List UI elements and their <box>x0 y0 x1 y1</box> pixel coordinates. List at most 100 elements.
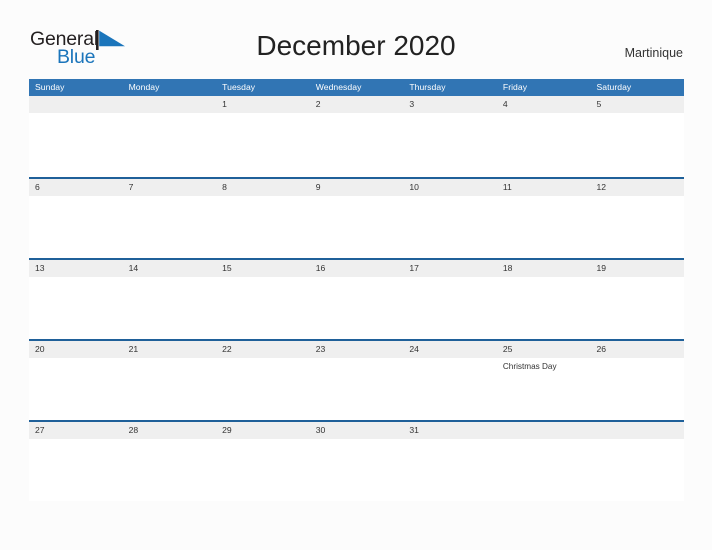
day-cell-17[interactable]: 17 <box>403 260 497 277</box>
day-events-19 <box>590 277 684 280</box>
day-cell-empty <box>590 422 684 439</box>
day-number: 13 <box>35 263 45 273</box>
weekday-header-tuesday: Tuesday <box>222 82 256 92</box>
day-number: 10 <box>409 182 419 192</box>
day-events-25: Christmas Day <box>497 358 591 372</box>
day-events-18 <box>497 277 591 280</box>
day-cell-20[interactable]: 20 <box>29 341 123 358</box>
day-events-16 <box>310 277 404 280</box>
day-events-29 <box>216 439 310 442</box>
week-event-area: Christmas Day <box>29 358 684 372</box>
day-cell-28[interactable]: 28 <box>123 422 217 439</box>
day-number: 11 <box>502 182 512 192</box>
day-events-30 <box>310 439 404 442</box>
day-cell-2[interactable]: 2 <box>310 96 404 113</box>
day-cell-3[interactable]: 3 <box>403 96 497 113</box>
day-number: 9 <box>315 182 321 192</box>
day-events-6 <box>29 196 123 199</box>
day-events-empty <box>497 439 591 442</box>
day-number: 18 <box>502 263 513 273</box>
calendar-week-row: 20 21 22 23 24 25 26 Christmas Day <box>29 339 684 420</box>
day-events-10 <box>403 196 497 199</box>
weekday-header-monday: Monday <box>128 82 160 92</box>
day-cell-13[interactable]: 13 <box>29 260 123 277</box>
day-cell-16[interactable]: 16 <box>310 260 404 277</box>
day-cell-24[interactable]: 24 <box>403 341 497 358</box>
day-cell-21[interactable]: 21 <box>123 341 217 358</box>
day-events-12 <box>590 196 684 199</box>
week-date-band: 27 28 29 30 31 <box>29 422 684 439</box>
day-cell-11[interactable]: 11 <box>497 179 591 196</box>
day-cell-26[interactable]: 26 <box>590 341 684 358</box>
day-cell-14[interactable]: 14 <box>123 260 217 277</box>
week-event-area <box>29 277 684 280</box>
day-cell-empty <box>29 96 123 113</box>
day-cell-25[interactable]: 25 <box>497 341 591 358</box>
week-event-area <box>29 439 684 442</box>
week-event-area <box>29 196 684 199</box>
day-number: 26 <box>596 344 607 354</box>
day-cell-4[interactable]: 4 <box>497 96 591 113</box>
day-events-15 <box>216 277 310 280</box>
day-number: 30 <box>315 425 326 435</box>
day-number: 20 <box>35 344 45 354</box>
day-events-23 <box>310 358 404 372</box>
day-number: 7 <box>128 182 134 192</box>
day-cell-7[interactable]: 7 <box>123 179 217 196</box>
day-events-13 <box>29 277 123 280</box>
day-cell-empty <box>123 96 217 113</box>
day-cell-9[interactable]: 9 <box>310 179 404 196</box>
day-events-7 <box>123 196 217 199</box>
day-cell-12[interactable]: 12 <box>590 179 684 196</box>
day-cell-29[interactable]: 29 <box>216 422 310 439</box>
day-number: 24 <box>409 344 419 354</box>
day-cell-1[interactable]: 1 <box>216 96 310 113</box>
day-cell-6[interactable]: 6 <box>29 179 123 196</box>
day-cell-18[interactable]: 18 <box>497 260 591 277</box>
day-number: 15 <box>222 263 232 273</box>
day-cell-31[interactable]: 31 <box>403 422 497 439</box>
day-cell-23[interactable]: 23 <box>310 341 404 358</box>
day-number: 22 <box>222 344 232 354</box>
weekday-header-wednesday: Wednesday <box>315 82 362 92</box>
day-events-11 <box>497 196 591 199</box>
day-number: 1 <box>222 99 227 109</box>
day-number: 19 <box>596 263 607 273</box>
day-number: 21 <box>128 344 139 354</box>
day-number: 27 <box>35 425 45 435</box>
weekday-header-sunday: Sunday <box>35 82 65 92</box>
day-events-4 <box>497 113 591 116</box>
day-events-21 <box>123 358 217 372</box>
day-events-14 <box>123 277 217 280</box>
weekday-header-friday: Friday <box>502 82 528 92</box>
day-events-3 <box>403 113 497 116</box>
day-cell-15[interactable]: 15 <box>216 260 310 277</box>
day-events-27 <box>29 439 123 442</box>
day-events-20 <box>29 358 123 372</box>
day-events-1 <box>216 113 310 116</box>
holiday-label: Christmas Day <box>502 362 557 371</box>
day-events-5 <box>590 113 684 116</box>
calendar-weeks: 1 2 3 4 5 6 7 8 9 10 11 12 13 14 15 16 17 18 19 20 21 22 23 24 2… <box>29 96 684 501</box>
day-events-31 <box>403 439 497 442</box>
day-cell-30[interactable]: 30 <box>310 422 404 439</box>
day-cell-27[interactable]: 27 <box>29 422 123 439</box>
day-number: 31 <box>409 425 419 435</box>
day-number: 25 <box>502 344 513 354</box>
day-number: 28 <box>128 425 139 435</box>
week-date-band: 20 21 22 23 24 25 26 <box>29 341 684 358</box>
day-events-2 <box>310 113 404 116</box>
day-number: 5 <box>596 99 602 109</box>
day-cell-19[interactable]: 19 <box>590 260 684 277</box>
day-cell-8[interactable]: 8 <box>216 179 310 196</box>
day-cell-5[interactable]: 5 <box>590 96 684 113</box>
week-date-band: 6 7 8 9 10 11 12 <box>29 179 684 196</box>
week-date-band: 13 14 15 16 17 18 19 <box>29 260 684 277</box>
day-events-22 <box>216 358 310 372</box>
day-cell-22[interactable]: 22 <box>216 341 310 358</box>
day-events-9 <box>310 196 404 199</box>
day-number: 6 <box>35 182 40 192</box>
day-events-26 <box>590 358 684 372</box>
day-cell-10[interactable]: 10 <box>403 179 497 196</box>
week-event-area <box>29 113 684 116</box>
